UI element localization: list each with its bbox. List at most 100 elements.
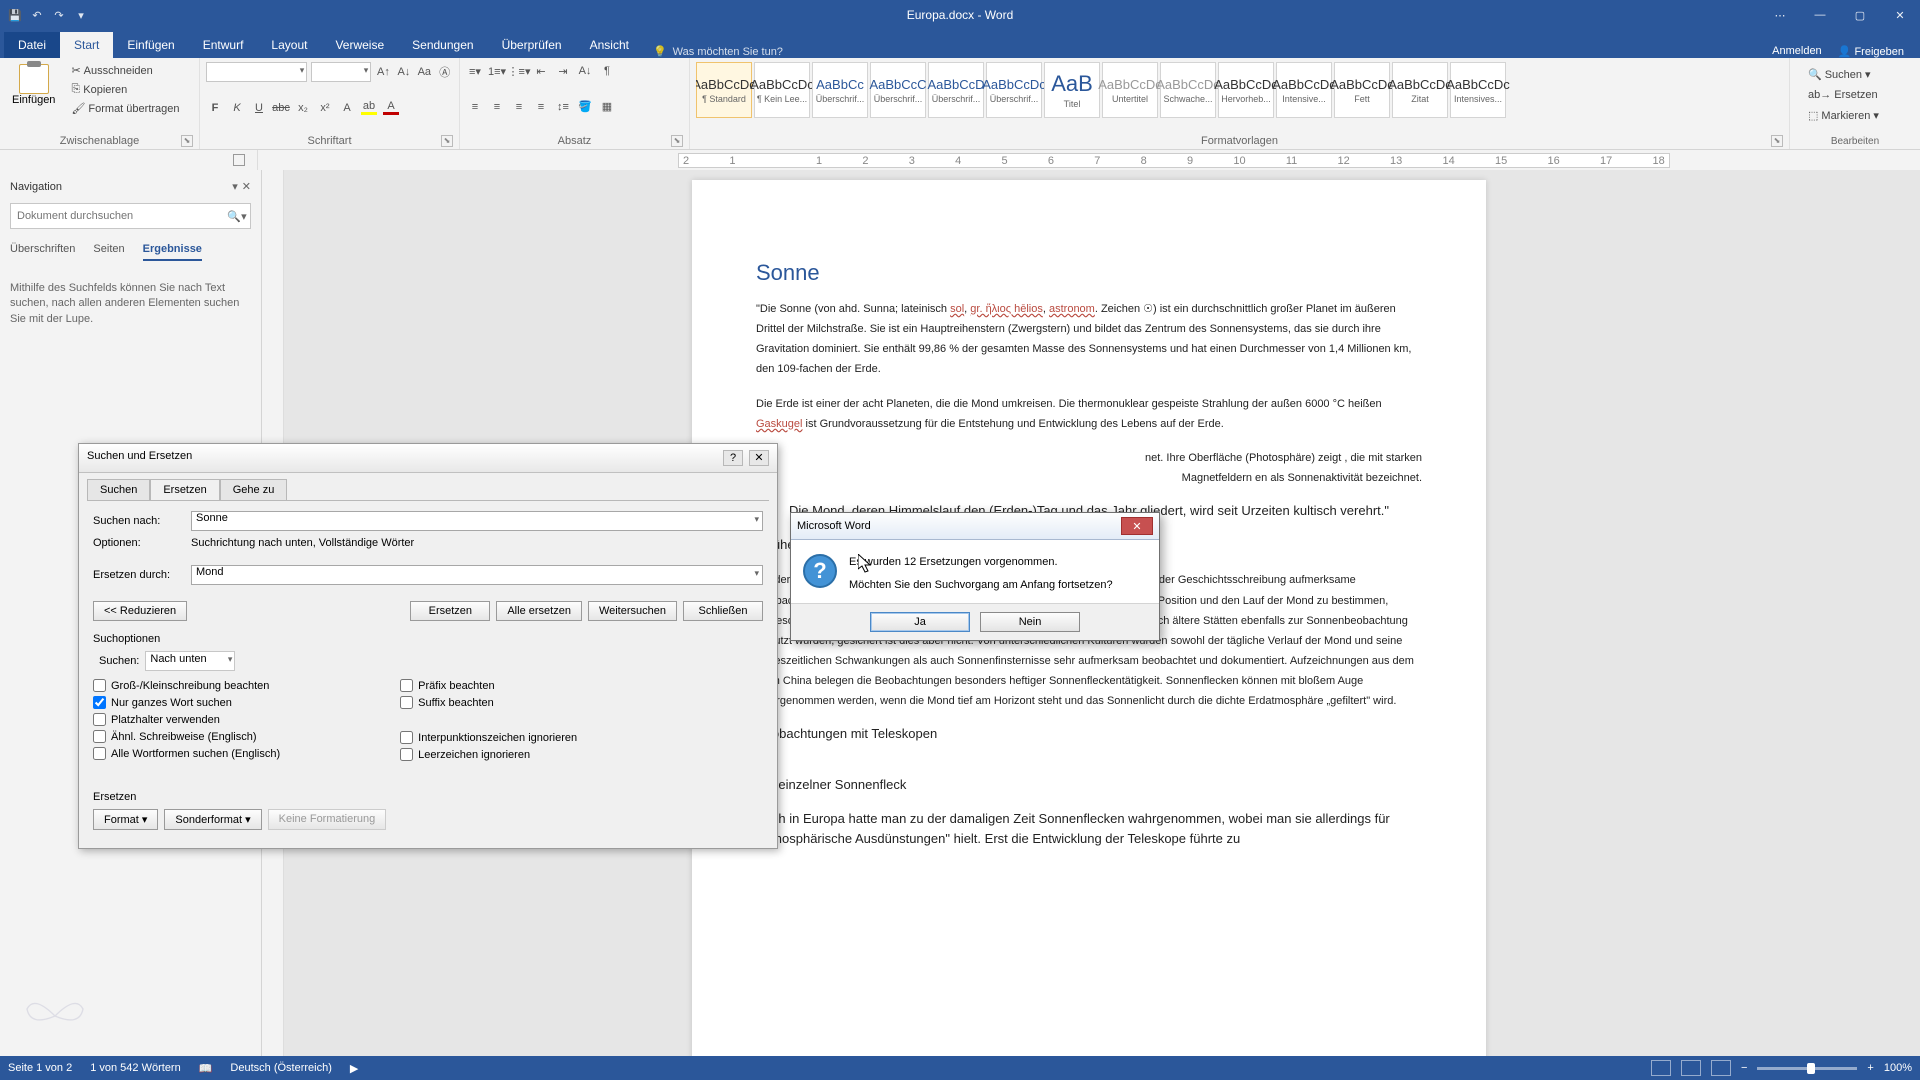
msgbox-title-bar[interactable]: Microsoft Word ✕ [791,513,1159,540]
search-icon[interactable]: 🔍▾ [224,204,250,228]
view-read-icon[interactable] [1651,1060,1671,1076]
tab-layout[interactable]: Layout [257,32,321,58]
font-size-combo[interactable] [311,62,371,82]
tab-file[interactable]: Datei [4,32,60,58]
style-card[interactable]: AaBbCcÜberschrif... [812,62,868,118]
style-card[interactable]: AaBbCcDcHervorheb... [1218,62,1274,118]
dialog-close-icon[interactable]: ✕ [749,450,769,466]
chk-match-case[interactable]: Groß-/Kleinschreibung beachten [93,679,280,692]
sort-icon[interactable]: A↓ [576,62,594,80]
redo-icon[interactable]: ↷ [50,6,68,24]
style-card[interactable]: AaBbCcDcFett [1334,62,1390,118]
horizontal-ruler[interactable]: 21123456789101112131415161718 [678,153,1670,168]
style-card[interactable]: AaBTitel [1044,62,1100,118]
replace-one-button[interactable]: Ersetzen [410,601,490,621]
status-words[interactable]: 1 von 542 Wörtern [90,1062,181,1074]
less-button[interactable]: << Reduzieren [93,601,187,621]
tab-headings[interactable]: Überschriften [10,243,75,261]
dialog-launcher-icon[interactable]: ⬊ [181,135,193,147]
dialog-launcher-icon[interactable]: ⬊ [1771,135,1783,147]
dialog-launcher-icon[interactable]: ⬊ [441,135,453,147]
font-color-button[interactable]: A [382,99,400,117]
maximize-icon[interactable]: ▢ [1840,0,1880,30]
tab-insert[interactable]: Einfügen [113,32,188,58]
view-web-icon[interactable] [1711,1060,1731,1076]
clear-format-icon[interactable]: Ⓐ [437,63,453,81]
bullets-icon[interactable]: ≡▾ [466,62,484,80]
cut-button[interactable]: ✂ Ausschneiden [67,62,183,79]
replace-button[interactable]: ab→ Ersetzen [1804,87,1906,103]
replace-all-button[interactable]: Alle ersetzen [496,601,582,621]
nav-dropdown-icon[interactable]: ▾ [232,180,238,193]
strike-button[interactable]: abc [272,99,290,117]
style-card[interactable]: AaBbCcCÜberschrif... [870,62,926,118]
chk-ignore-white[interactable]: Leerzeichen ignorieren [400,748,577,761]
align-right-icon[interactable]: ≡ [510,98,528,116]
tab-replace[interactable]: Ersetzen [150,479,219,500]
nav-search-input[interactable] [11,204,224,228]
chk-whole-word[interactable]: Nur ganzes Wort suchen [93,696,280,709]
change-case-icon[interactable]: Aa [416,63,432,81]
close-button[interactable]: Schließen [683,601,763,621]
select-button[interactable]: ⬚ Markieren ▾ [1804,107,1906,124]
zoom-slider[interactable] [1757,1067,1857,1070]
yes-button[interactable]: Ja [870,612,970,632]
zoom-out-icon[interactable]: − [1741,1062,1747,1074]
find-input[interactable]: Sonne [191,511,763,531]
tab-start[interactable]: Start [60,32,113,58]
dialog-launcher-icon[interactable]: ⬊ [671,135,683,147]
style-card[interactable]: AaBbCcDÜberschrif... [928,62,984,118]
undo-icon[interactable]: ↶ [28,6,46,24]
share-button[interactable]: 👤 Freigeben [1838,45,1904,58]
pilcrow-icon[interactable]: ¶ [598,62,616,80]
status-macro-icon[interactable]: ▶ [350,1062,358,1075]
style-card[interactable]: AaBbCcDc¶ Kein Lee... [754,62,810,118]
align-left-icon[interactable]: ≡ [466,98,484,116]
zoom-in-icon[interactable]: + [1867,1062,1873,1074]
replace-input[interactable]: Mond [191,565,763,585]
multilevel-icon[interactable]: ⋮≡▾ [510,62,528,80]
special-button[interactable]: Sonderformat ▾ [164,809,261,830]
chk-word-forms[interactable]: Alle Wortformen suchen (Englisch) [93,747,280,760]
chk-ignore-punct[interactable]: Interpunktionszeichen ignorieren [400,731,577,744]
tab-review[interactable]: Überprüfen [488,32,576,58]
italic-button[interactable]: K [228,99,246,117]
font-name-combo[interactable] [206,62,307,82]
view-print-icon[interactable] [1681,1060,1701,1076]
zoom-value[interactable]: 100% [1884,1062,1912,1074]
tab-results[interactable]: Ergebnisse [143,243,202,261]
status-page[interactable]: Seite 1 von 2 [8,1062,72,1074]
format-painter-button[interactable]: 🖌 Format übertragen [67,100,183,117]
nav-close-icon[interactable]: ✕ [242,180,251,193]
status-proofing-icon[interactable]: 📖 [199,1062,213,1075]
shrink-font-icon[interactable]: A↓ [396,63,412,81]
superscript-button[interactable]: x² [316,99,334,117]
style-card[interactable]: AaBbCcDcIntensives... [1450,62,1506,118]
tab-references[interactable]: Verweise [321,32,398,58]
style-card[interactable]: AaBbCcDcUntertitel [1102,62,1158,118]
tab-goto[interactable]: Gehe zu [220,479,288,500]
minimize-icon[interactable]: — [1800,0,1840,30]
chk-prefix[interactable]: Präfix beachten [400,679,577,692]
bold-button[interactable]: F [206,99,224,117]
tab-pages[interactable]: Seiten [93,243,124,261]
tab-find[interactable]: Suchen [87,479,150,500]
no-button[interactable]: Nein [980,612,1080,632]
tab-view[interactable]: Ansicht [576,32,643,58]
find-next-button[interactable]: Weitersuchen [588,601,677,621]
direction-combo[interactable]: Nach unten [145,651,235,671]
subscript-button[interactable]: x₂ [294,99,312,117]
paste-button[interactable]: Einfügen [6,62,61,117]
tab-design[interactable]: Entwurf [189,32,258,58]
chk-wildcards[interactable]: Platzhalter verwenden [93,713,280,726]
copy-button[interactable]: ⎘ Kopieren [67,81,183,98]
borders-icon[interactable]: ▦ [598,98,616,116]
grow-font-icon[interactable]: A↑ [375,63,391,81]
style-card[interactable]: AaBbCcDcSchwache... [1160,62,1216,118]
shading-icon[interactable]: 🪣 [576,98,594,116]
save-icon[interactable]: 💾 [6,6,24,24]
line-spacing-icon[interactable]: ↕≡ [554,98,572,116]
indent-icon[interactable]: ⇥ [554,62,572,80]
underline-button[interactable]: U [250,99,268,117]
style-card[interactable]: AaBbCcDcZitat [1392,62,1448,118]
